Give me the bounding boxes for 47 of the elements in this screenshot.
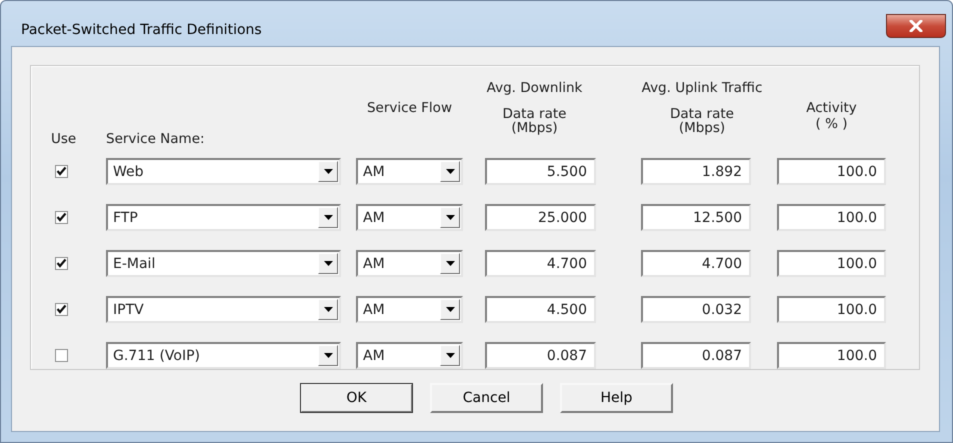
uplink-rate-field[interactable]: 0.087 bbox=[641, 342, 751, 369]
service-name-dropdown[interactable]: G.711 (VoIP) bbox=[106, 342, 341, 369]
close-icon bbox=[908, 20, 924, 32]
column-label: (Mbps) bbox=[678, 122, 726, 135]
uplink-rate-field[interactable]: 4.700 bbox=[641, 250, 751, 277]
column-label: Service Name: bbox=[106, 131, 206, 147]
activity-field[interactable]: 100.0 bbox=[777, 250, 886, 277]
column-label: (Mbps) bbox=[511, 122, 558, 135]
downlink-rate-field[interactable]: 25.000 bbox=[485, 204, 596, 231]
activity-field[interactable]: 100.0 bbox=[777, 204, 886, 231]
uplink-rate-field[interactable]: 12.500 bbox=[641, 204, 751, 231]
downlink-rate-field[interactable]: 0.087 bbox=[485, 342, 596, 369]
service-name-dropdown[interactable]: FTP bbox=[106, 204, 341, 231]
column-label: ( % ) bbox=[816, 116, 848, 132]
use-checkbox[interactable] bbox=[55, 349, 68, 362]
dialog-button[interactable]: Help bbox=[560, 383, 673, 413]
downlink-rate-field[interactable]: 5.500 bbox=[485, 158, 596, 185]
column-label: Activity bbox=[806, 100, 857, 116]
service-flow-dropdown[interactable]: AM bbox=[356, 342, 463, 369]
service-flow-dropdown[interactable]: AM bbox=[356, 158, 463, 185]
column-label: Data rate bbox=[670, 106, 734, 122]
use-checkbox[interactable] bbox=[55, 303, 68, 316]
dialog-button[interactable]: Cancel bbox=[430, 383, 543, 413]
downlink-rate-field[interactable]: 4.500 bbox=[485, 296, 596, 323]
column-label: Use bbox=[51, 131, 76, 147]
column-label: Service Flow bbox=[366, 100, 452, 116]
service-name-dropdown[interactable]: IPTV bbox=[106, 296, 341, 323]
service-flow-dropdown[interactable]: AM bbox=[356, 296, 463, 323]
activity-field[interactable]: 100.0 bbox=[777, 296, 886, 323]
window-title: Packet-Switched Traffic Definitions bbox=[21, 22, 262, 38]
service-flow-dropdown[interactable]: AM bbox=[356, 250, 463, 277]
activity-field[interactable]: 100.0 bbox=[777, 342, 886, 369]
activity-field[interactable]: 100.0 bbox=[777, 158, 886, 185]
dialog-button[interactable]: OK bbox=[300, 383, 413, 413]
column-label: Avg. Uplink Traffic bbox=[642, 80, 762, 96]
column-label: Data rate bbox=[502, 106, 566, 122]
service-name-dropdown[interactable]: Web bbox=[106, 158, 341, 185]
uplink-rate-field[interactable]: 0.032 bbox=[641, 296, 751, 323]
use-checkbox[interactable] bbox=[55, 211, 68, 224]
close-button[interactable] bbox=[886, 14, 946, 38]
use-checkbox[interactable] bbox=[55, 257, 68, 270]
uplink-rate-field[interactable]: 1.892 bbox=[641, 158, 751, 185]
column-label: Avg. Downlink bbox=[486, 80, 582, 96]
use-checkbox[interactable] bbox=[55, 165, 68, 178]
service-flow-dropdown[interactable]: AM bbox=[356, 204, 463, 231]
service-name-dropdown[interactable]: E-Mail bbox=[106, 250, 341, 277]
downlink-rate-field[interactable]: 4.700 bbox=[485, 250, 596, 277]
